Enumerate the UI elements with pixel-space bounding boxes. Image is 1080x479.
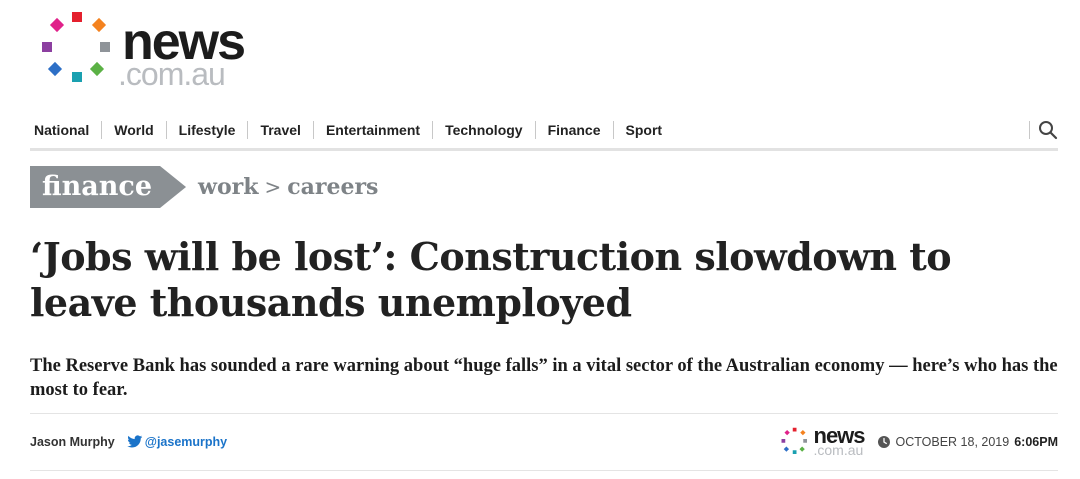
breadcrumb-section-finance[interactable]: finance <box>30 166 186 208</box>
author-name[interactable]: Jason Murphy <box>30 435 115 449</box>
search-icon[interactable] <box>1038 120 1058 140</box>
nav-item-lifestyle[interactable]: Lifestyle <box>167 121 248 139</box>
publish-time: 6:06PM <box>1014 435 1058 449</box>
chevron-right-icon: > <box>264 175 282 199</box>
breadcrumb: finance work > careers <box>30 166 378 208</box>
search-area <box>1029 120 1058 140</box>
byline-bottom-divider <box>30 470 1058 471</box>
article-standfirst: The Reserve Bank has sounded a rare warn… <box>30 356 1058 400</box>
nav-item-world[interactable]: World <box>102 121 165 139</box>
twitter-link[interactable]: @jasemurphy <box>127 435 227 449</box>
breadcrumb-link-careers[interactable]: careers <box>287 174 378 200</box>
nav-item-entertainment[interactable]: Entertainment <box>314 121 432 139</box>
breadcrumb-link-work[interactable]: work <box>198 174 258 200</box>
source-logo-domain: .com.au <box>813 442 864 458</box>
nav-item-travel[interactable]: Travel <box>248 121 312 139</box>
clock-icon <box>877 436 890 448</box>
logo-dots-icon <box>42 12 110 82</box>
twitter-bird-icon <box>127 435 143 448</box>
logo-domain: .com.au <box>118 56 226 92</box>
nav-item-national[interactable]: National <box>30 121 101 139</box>
main-nav: National World Lifestyle Travel Entertai… <box>30 112 1058 151</box>
logo-dots-icon <box>781 427 807 454</box>
article-byline: Jason Murphy @jasemurphy news .com.au OC… <box>30 424 1058 460</box>
article-headline: ‘Jobs will be lost’: Construction slowdo… <box>30 234 952 325</box>
site-logo[interactable]: news .com.au <box>38 10 268 90</box>
source-logo: news .com.au <box>780 425 870 459</box>
nav-item-finance[interactable]: Finance <box>536 121 613 139</box>
twitter-handle: @jasemurphy <box>144 435 228 449</box>
publish-date: OCTOBER 18, 2019 <box>895 435 1010 449</box>
nav-item-technology[interactable]: Technology <box>433 121 535 139</box>
byline-top-divider <box>30 413 1058 414</box>
nav-item-sport[interactable]: Sport <box>614 121 675 139</box>
nav-divider <box>1029 121 1030 139</box>
